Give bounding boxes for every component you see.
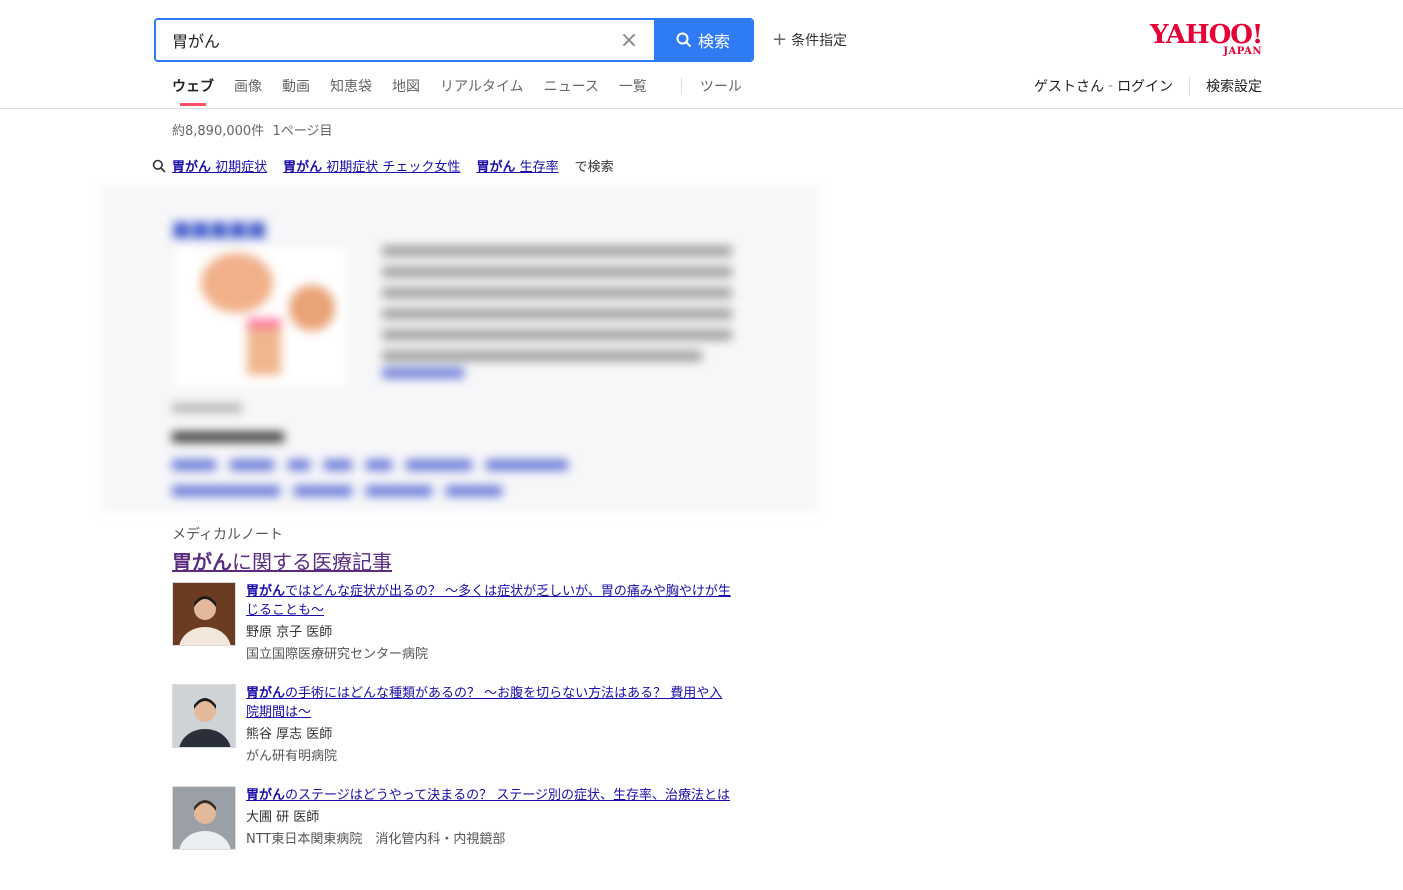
tab-4[interactable]: 地図 (392, 76, 420, 106)
doctor-photo[interactable] (172, 684, 236, 748)
doctor-photo[interactable] (172, 582, 236, 646)
nav-divider (680, 77, 682, 95)
search-icon (676, 32, 692, 48)
login-link[interactable]: ログイン (1117, 76, 1173, 96)
article-doctor: 熊谷 厚志 医師 (246, 727, 333, 742)
article-title-link[interactable]: 胃がんの手術にはどんな種類があるの？ 〜お腹を切らない方法はある？ 費用や入院期… (246, 684, 732, 722)
user-dash: - (1108, 78, 1114, 94)
medical-note-title-link[interactable]: 胃がんに関する医療記事 (172, 546, 392, 575)
search-settings-link[interactable]: 検索設定 (1206, 76, 1262, 96)
close-icon: × (619, 27, 639, 53)
tab-6[interactable]: ニュース (544, 76, 599, 106)
article-hospital: がん研有明病院 (246, 749, 338, 764)
doctor-photo[interactable] (172, 786, 236, 850)
article-doctor: 野原 京子 医師 (246, 625, 333, 640)
search-button-label: 検索 (697, 32, 730, 51)
article-doctor: 大圃 研 医師 (246, 810, 320, 825)
result-count: 約8,890,000件 1ページ目 (172, 120, 332, 139)
article-hospital: 国立国際医療研究センター病院 (246, 647, 429, 662)
tools-tab[interactable]: ツール (700, 76, 742, 106)
yahoo-japan-logo[interactable]: YAHOO! JAPAN (1150, 22, 1268, 58)
user-area: ゲストさん - ログイン 検索設定 (1034, 76, 1262, 96)
blurred-result: ■■■■■ (100, 186, 820, 512)
article-hospital: NTT東日本関東病院 消化管内科・内視鏡部 (246, 832, 506, 847)
search-box: × 検索 (154, 18, 754, 62)
header-divider (0, 108, 1403, 109)
tab-0[interactable]: ウェブ (172, 76, 214, 106)
search-button[interactable]: 検索 (654, 20, 752, 60)
tab-7[interactable]: 一覧 (619, 76, 647, 106)
search-icon (152, 159, 168, 173)
related-search-link[interactable]: 胃がん 生存率 (476, 156, 558, 175)
tab-5[interactable]: リアルタイム (440, 76, 524, 106)
plus-icon: + (772, 29, 788, 50)
article-title-link[interactable]: 胃がんではどんな症状が出るの？ 〜多くは症状が乏しいが、胃の痛みや胸やけが生じる… (246, 582, 732, 620)
search-vertical-tabs: ウェブ 画像 動画 知恵袋 地図 リアルタイム ニュース 一覧 ツール (172, 76, 742, 106)
search-conditions-button[interactable]: + 条件指定 (772, 30, 847, 50)
result-page: 1ページ目 (272, 124, 333, 139)
clear-search-button[interactable]: × (604, 20, 654, 60)
related-search-link[interactable]: 胃がん 初期症状 チェック女性 (283, 156, 460, 175)
result-total: 約8,890,000件 (172, 124, 265, 139)
medical-note-source: メディカルノート (172, 527, 284, 543)
guest-label: ゲストさん (1034, 79, 1104, 95)
tab-2[interactable]: 動画 (282, 76, 310, 106)
related-searches: 胃がん 初期症状 胃がん 初期症状 チェック女性 胃がん 生存率 で検索 (152, 156, 614, 175)
tab-3[interactable]: 知恵袋 (330, 76, 372, 106)
tab-1[interactable]: 画像 (234, 76, 262, 106)
related-search-suffix: で検索 (574, 160, 614, 175)
search-conditions-label: 条件指定 (791, 33, 848, 49)
related-search-link[interactable]: 胃がん 初期症状 (172, 156, 267, 175)
user-divider (1189, 77, 1191, 95)
search-input[interactable] (156, 20, 604, 60)
article-title-link[interactable]: 胃がんのステージはどうやって決まるの？ ステージ別の症状、生存率、治療法とは (246, 786, 732, 805)
